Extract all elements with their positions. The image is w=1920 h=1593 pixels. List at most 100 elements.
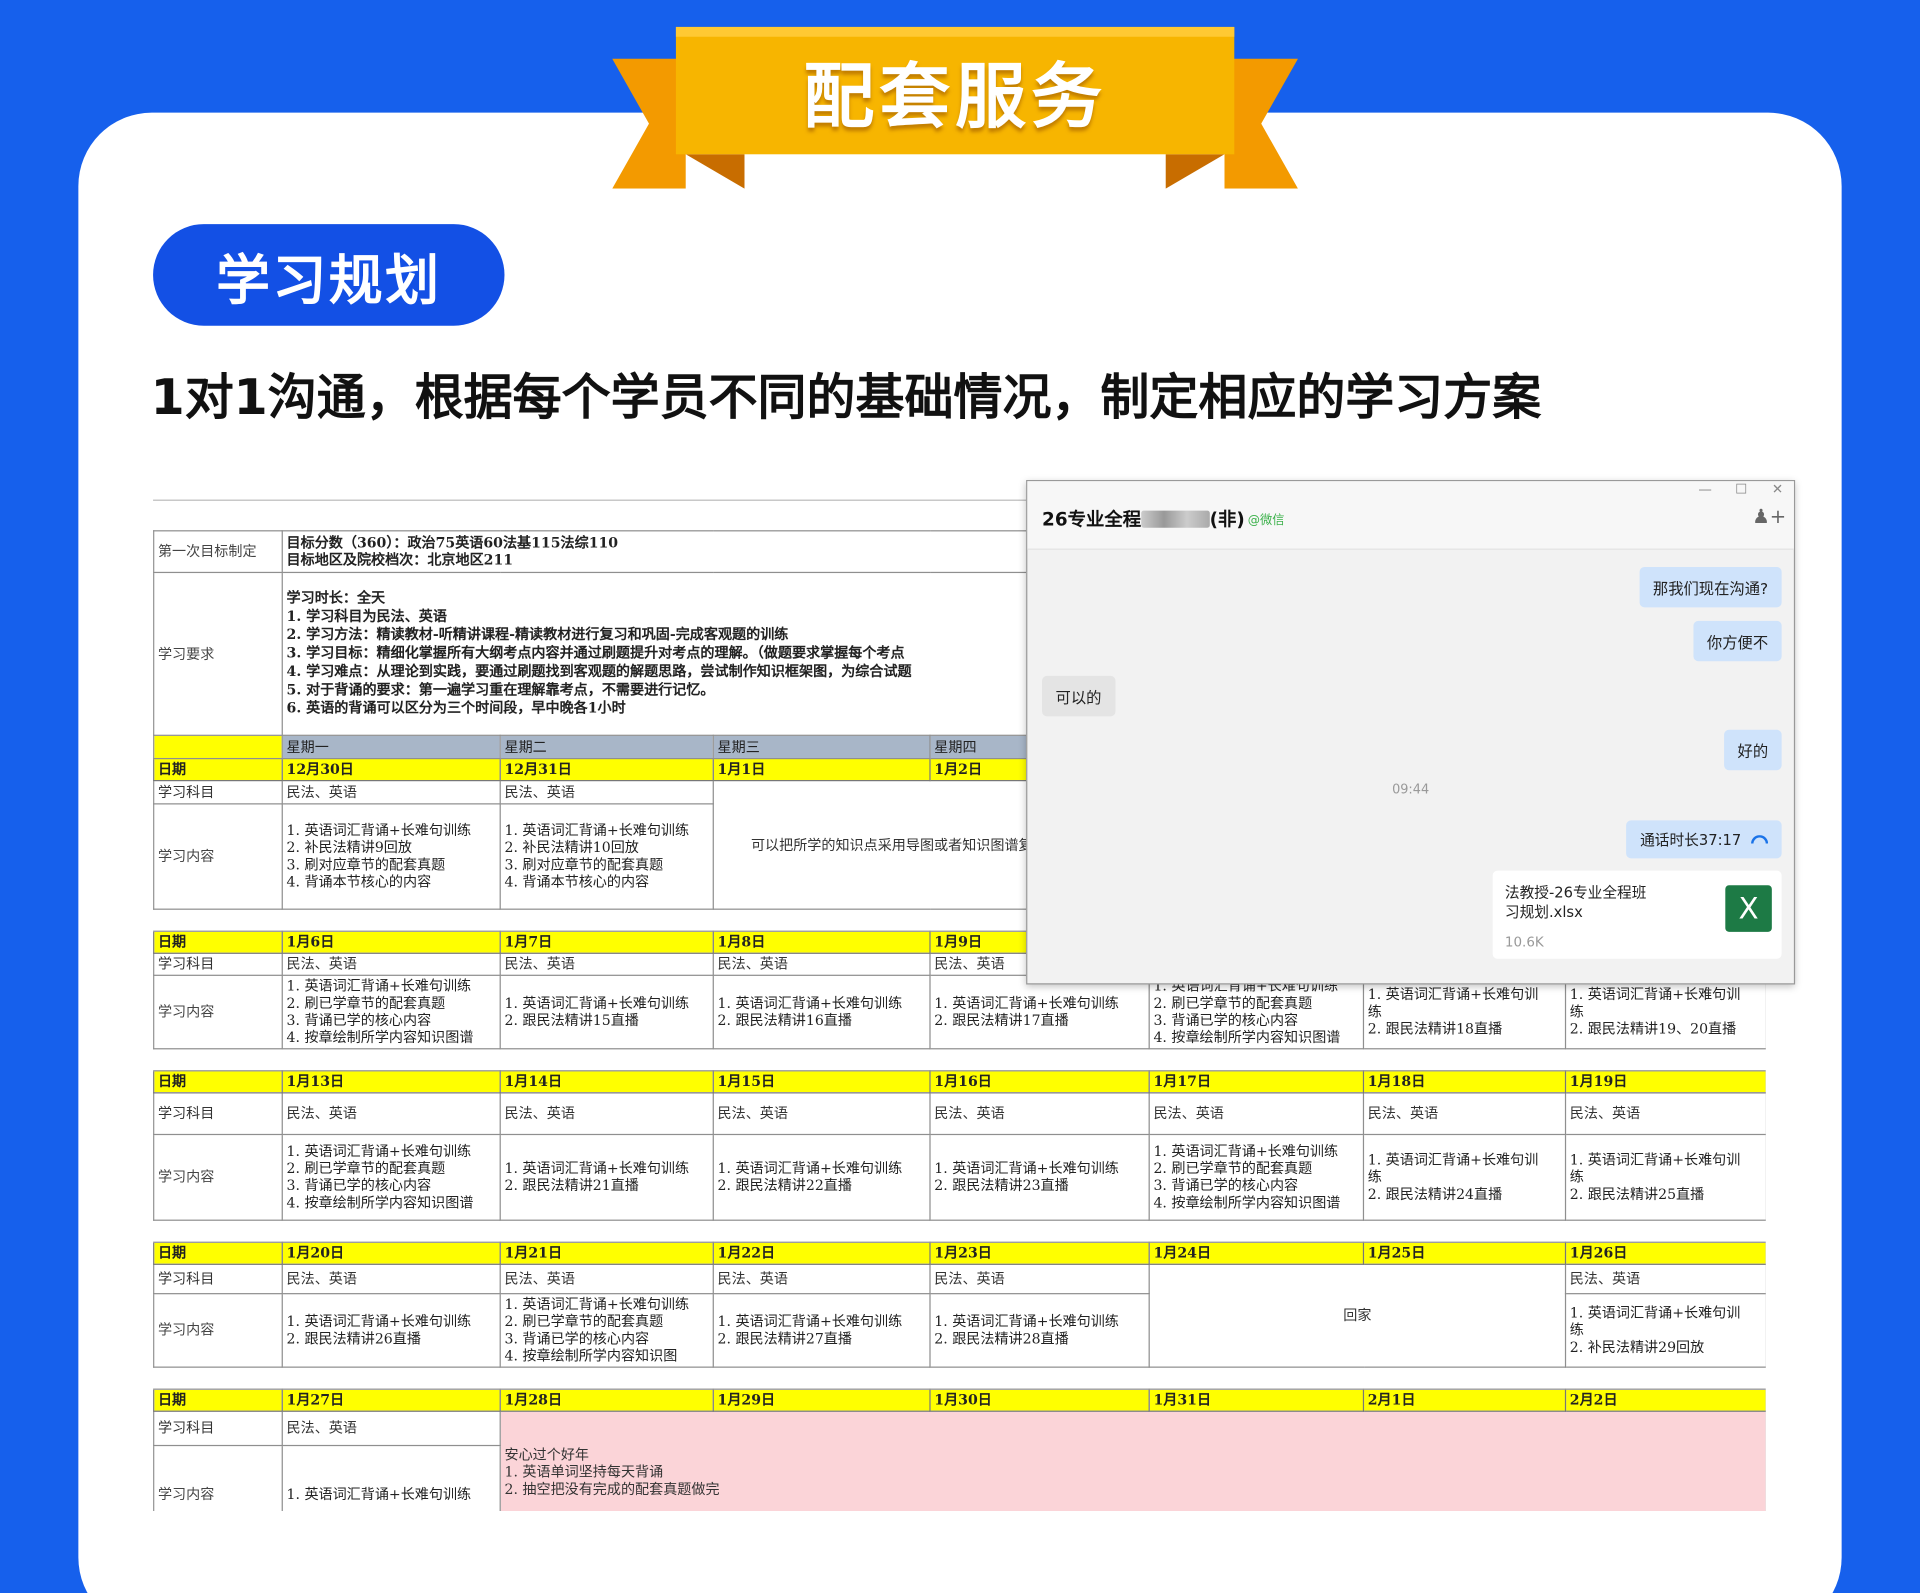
subject-cell: 民法、英语 xyxy=(281,779,501,804)
message-bubble[interactable]: 那我们现在沟通? xyxy=(1639,566,1782,608)
subject-cell: 民法、英语 xyxy=(712,1263,931,1294)
section-pill: 学习规划 xyxy=(153,224,505,326)
row-label-date: 日期 xyxy=(153,930,283,954)
content-cell: 1. 英语词汇背诵+长难句训练 2. 跟民法精讲28直播 xyxy=(929,1292,1150,1368)
banner-title: 配套服务 xyxy=(803,55,1107,139)
excel-icon: X xyxy=(1725,885,1772,932)
row-label-date: 日期 xyxy=(153,757,283,781)
date-cell: 1月22日 xyxy=(712,1241,931,1265)
date-cell: 1月21日 xyxy=(499,1241,714,1265)
content-cell: 1. 英语词汇背诵+长难句训 练 2. 跟民法精讲24直播 xyxy=(1362,1133,1567,1221)
content-cell: 1. 英语词汇背诵+长难句训练 xyxy=(281,1444,501,1512)
subject-cell: 民法、英语 xyxy=(499,1091,714,1135)
content-cell: 1. 英语词汇背诵+长难句训 练 2. 跟民法精讲25直播 xyxy=(1564,1133,1766,1221)
chat-title-suffix: (非) xyxy=(1209,508,1245,531)
message-bubble[interactable]: 好的 xyxy=(1724,729,1782,771)
row-label-date: 日期 xyxy=(153,1241,283,1265)
date-cell: 1月16日 xyxy=(929,1069,1150,1093)
row-label-content: 学习内容 xyxy=(153,1444,283,1512)
section-headline: 1对1沟通，根据每个学员不同的基础情况，制定相应的学习方案 xyxy=(150,369,1542,427)
redacted-name xyxy=(1141,510,1210,528)
content-cell: 1. 英语词汇背诵+长难句训练 2. 跟民法精讲17直播 xyxy=(929,974,1150,1049)
call-duration: 通话时长37:17 xyxy=(1640,831,1742,849)
content-cell: 1. 英语词汇背诵+长难句训练 2. 跟民法精讲15直播 xyxy=(499,974,714,1049)
date-cell: 1月27日 xyxy=(281,1387,501,1412)
subject-cell: 民法、英语 xyxy=(499,779,714,804)
maximize-icon[interactable]: ☐ xyxy=(1735,481,1747,497)
chat-header: — ☐ ✕ 26专业全程 (非) @微信 ♟+ xyxy=(1027,481,1794,550)
content-cell: 1. 英语词汇背诵+长难句训练 2. 刷已学章节的配套真题 3. 背诵已学的核心… xyxy=(281,974,501,1049)
chat-timestamp: 09:44 xyxy=(1392,782,1430,798)
phone-icon xyxy=(1751,835,1769,844)
date-cell: 1月25日 xyxy=(1362,1241,1567,1265)
subject-cell: 民法、英语 xyxy=(929,1091,1150,1135)
message-bubble[interactable]: 可以的 xyxy=(1042,675,1115,717)
content-cell: 1. 英语词汇背诵+长难句训练 2. 跟民法精讲16直播 xyxy=(712,974,931,1049)
row-label-subject: 学习科目 xyxy=(153,1410,283,1446)
content-cell: 1. 英语词汇背诵+长难句训练 2. 刷已学章节的配套真题 3. 背诵已学的核心… xyxy=(1148,1133,1365,1221)
date-cell: 2月2日 xyxy=(1564,1387,1766,1412)
subject-cell: 民法、英语 xyxy=(281,1263,501,1294)
subject-cell: 民法、英语 xyxy=(1564,1263,1766,1294)
content-cell: 1. 英语词汇背诵+长难句训练 2. 跟民法精讲26直播 xyxy=(281,1292,501,1368)
subject-cell: 民法、英语 xyxy=(281,1410,501,1446)
subject-cell: 民法、英语 xyxy=(1362,1091,1567,1135)
row-label-content: 学习内容 xyxy=(153,1292,283,1368)
date-cell: 1月31日 xyxy=(1148,1387,1365,1412)
date-cell: 1月13日 xyxy=(281,1069,501,1093)
target-label: 第一次目标制定 xyxy=(153,529,283,573)
weekday-cell: 星期二 xyxy=(499,734,714,759)
page: 配套服务 学习规划 1对1沟通，根据每个学员不同的基础情况，制定相应的学习方案 … xyxy=(0,0,1920,1593)
call-record[interactable]: 通话时长37:17 xyxy=(1626,820,1782,859)
date-cell: 1月24日 xyxy=(1148,1241,1365,1265)
date-cell: 12月31日 xyxy=(499,757,714,781)
subject-cell: 民法、英语 xyxy=(1564,1091,1766,1135)
minimize-icon[interactable]: — xyxy=(1698,481,1711,497)
content-cell: 1. 英语词汇背诵+长难句训练 2. 跟民法精讲27直播 xyxy=(712,1292,931,1368)
message-bubble[interactable]: 你方便不 xyxy=(1693,620,1782,662)
subject-cell: 民法、英语 xyxy=(499,952,714,976)
subject-cell: 民法、英语 xyxy=(929,1263,1150,1294)
weekday-cell: 星期三 xyxy=(712,734,931,759)
subject-cell: 民法、英语 xyxy=(281,952,501,976)
subject-cell: 民法、英语 xyxy=(712,952,931,976)
date-cell: 1月1日 xyxy=(712,757,931,781)
req-label: 学习要求 xyxy=(153,571,283,736)
content-cell: 1. 英语词汇背诵+长难句训练 2. 补民法精讲10回放 3. 刷对应章节的配套… xyxy=(499,802,714,910)
date-cell: 1月18日 xyxy=(1362,1069,1567,1093)
weekday-cell: 星期一 xyxy=(281,734,501,759)
content-cell: 1. 英语词汇背诵+长难句训 练 2. 跟民法精讲18直播 xyxy=(1362,974,1567,1049)
chat-title-prefix: 26专业全程 xyxy=(1042,508,1142,531)
subject-cell: 民法、英语 xyxy=(1148,1091,1365,1135)
date-cell: 1月17日 xyxy=(1148,1069,1365,1093)
row-label-date: 日期 xyxy=(153,1069,283,1093)
content-cell: 1. 英语词汇背诵+长难句训练 2. 补民法精讲9回放 3. 刷对应章节的配套真… xyxy=(281,802,501,910)
chat-window: — ☐ ✕ 26专业全程 (非) @微信 ♟+ 那我们现在沟通? 你方便不 可以的… xyxy=(1026,480,1796,985)
date-cell: 1月29日 xyxy=(712,1387,931,1412)
row-label-subject: 学习科目 xyxy=(153,1091,283,1135)
subject-cell: 民法、英语 xyxy=(499,1263,714,1294)
subject-cell: 民法、英语 xyxy=(712,1091,931,1135)
date-cell: 1月14日 xyxy=(499,1069,714,1093)
content-cell: 1. 英语词汇背诵+长难句训 练 2. 跟民法精讲19、20直播 xyxy=(1564,974,1766,1049)
date-cell: 1月7日 xyxy=(499,930,714,954)
file-name: 法教授-26专业全程班 习规划.xlsx xyxy=(1504,884,1647,921)
row-label-content: 学习内容 xyxy=(153,802,283,910)
date-cell: 1月30日 xyxy=(929,1387,1150,1412)
date-cell: 1月23日 xyxy=(929,1241,1150,1265)
row-label-content: 学习内容 xyxy=(153,974,283,1049)
date-cell: 1月28日 xyxy=(499,1387,714,1412)
home-cell: 回家 xyxy=(1148,1263,1567,1368)
close-icon[interactable]: ✕ xyxy=(1772,481,1783,497)
add-user-icon[interactable]: ♟+ xyxy=(1752,505,1786,528)
holiday-cell: 安心过个好年 1. 英语单词坚持每天背诵 2. 抽空把没有完成的配套真题做完 xyxy=(499,1410,1766,1512)
content-cell: 1. 英语词汇背诵+长难句训练 2. 刷已学章节的配套真题 3. 背诵已学的核心… xyxy=(281,1133,501,1221)
row-label-content: 学习内容 xyxy=(153,1133,283,1221)
date-cell: 1月6日 xyxy=(281,930,501,954)
chat-title: 26专业全程 (非) xyxy=(1042,506,1245,532)
content-cell: 1. 英语词汇背诵+长难句训练 2. 刷已学章节的配套真题 3. 背诵已学的核心… xyxy=(1148,974,1365,1049)
date-cell: 1月15日 xyxy=(712,1069,931,1093)
date-cell: 1月20日 xyxy=(281,1241,501,1265)
date-cell: 12月30日 xyxy=(281,757,501,781)
file-message[interactable]: 法教授-26专业全程班 习规划.xlsx 10.6K X xyxy=(1492,870,1782,959)
